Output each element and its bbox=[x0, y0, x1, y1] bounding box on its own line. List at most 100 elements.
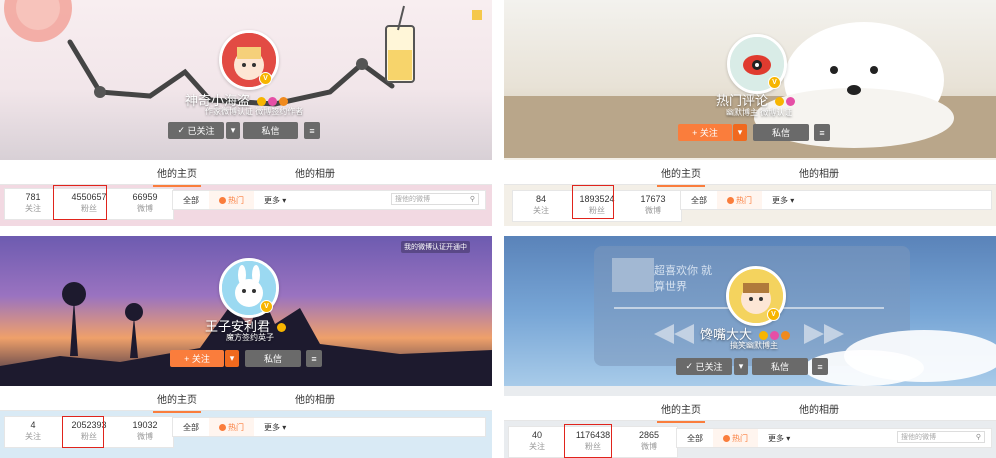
profile-tabs: 他的主页 他的相册 bbox=[0, 160, 492, 187]
tab-home[interactable]: 他的主页 bbox=[153, 391, 201, 413]
filter-hot[interactable]: 热门 bbox=[209, 418, 254, 436]
following-count: 84 bbox=[535, 194, 546, 204]
member-icon bbox=[780, 331, 790, 341]
tab-album[interactable]: 他的相册 bbox=[795, 165, 843, 180]
filter-more[interactable]: 更多 ▾ bbox=[254, 191, 296, 209]
profile-name-text: 热门评论 bbox=[716, 93, 769, 108]
weibo-stat[interactable]: 66959 微博 bbox=[117, 189, 173, 219]
weibo-count: 66959 bbox=[132, 192, 158, 202]
more-menu-button[interactable]: ≡ bbox=[304, 122, 320, 139]
tab-home[interactable]: 他的主页 bbox=[657, 401, 705, 423]
message-button[interactable]: 私信 bbox=[753, 124, 809, 141]
filter-more[interactable]: 更多 ▾ bbox=[758, 429, 800, 447]
follow-dropdown-button[interactable]: ▾ bbox=[225, 350, 239, 367]
weibo-label: 微博 bbox=[641, 442, 657, 451]
weibo-stat[interactable]: 17673 微博 bbox=[625, 191, 681, 221]
following-count: 40 bbox=[531, 430, 542, 440]
follow-dropdown-button[interactable]: ▾ bbox=[733, 124, 747, 141]
message-button[interactable]: 私信 bbox=[752, 358, 808, 375]
tab-album[interactable]: 他的相册 bbox=[291, 391, 339, 406]
tab-album[interactable]: 他的相册 bbox=[795, 401, 843, 416]
following-stat[interactable]: 84 关注 bbox=[513, 191, 569, 221]
cover-badge[interactable]: 我的微博认证开通中 bbox=[401, 241, 470, 253]
weibo-label: 微博 bbox=[645, 206, 661, 215]
member-icon bbox=[278, 97, 288, 107]
filter-more-label: 更多 bbox=[264, 195, 280, 205]
following-label: 关注 bbox=[529, 442, 545, 451]
search-placeholder: 搜他的微博 bbox=[395, 196, 430, 203]
fire-icon bbox=[219, 423, 226, 431]
feed-filter-bar: 全部 热门 更多 ▾ bbox=[680, 190, 992, 210]
weibo-search-input[interactable]: 搜他的微博 ⚲ bbox=[391, 193, 479, 205]
follow-dropdown-button[interactable]: ▾ bbox=[734, 358, 748, 375]
following-count: 4 bbox=[30, 420, 36, 430]
gender-icon bbox=[769, 331, 779, 341]
more-menu-button[interactable]: ≡ bbox=[814, 124, 830, 141]
filter-hot[interactable]: 热门 bbox=[713, 429, 758, 447]
feed-filter-bar: 全部 热门 更多 ▾ 搜他的微博 ⚲ bbox=[676, 428, 992, 448]
filter-all[interactable]: 全部 bbox=[173, 191, 209, 209]
weibo-stat[interactable]: 2865 微博 bbox=[621, 427, 677, 457]
more-menu-button[interactable]: ≡ bbox=[812, 358, 828, 375]
followed-button[interactable]: ✓ 已关注 bbox=[168, 122, 224, 139]
profile-description: 作家微博认证 微博签约作者 bbox=[205, 107, 304, 116]
tab-album[interactable]: 他的相册 bbox=[291, 165, 339, 180]
filter-all[interactable]: 全部 bbox=[681, 191, 717, 209]
badge-icons bbox=[256, 97, 288, 107]
follow-dropdown-button[interactable]: ▾ bbox=[226, 122, 240, 139]
profile-panel-4: 超喜欢你 就算世界 V 馋嘴大大 搞笑幽默博主 ✓ 已关注 ▾ 私信 ≡ 他的主… bbox=[504, 236, 996, 458]
filter-hot-label: 热门 bbox=[732, 433, 748, 443]
verified-badge-icon: V bbox=[768, 76, 781, 89]
profile-description: 魔方签约英子 bbox=[226, 333, 274, 342]
profile-description: 幽默博主 微博认证 bbox=[726, 108, 793, 117]
feed-filter-bar: 全部 热门 更多 ▾ bbox=[172, 417, 486, 437]
verified-badge-icon: V bbox=[259, 72, 272, 85]
tab-home[interactable]: 他的主页 bbox=[153, 165, 201, 187]
fire-icon bbox=[219, 196, 226, 204]
search-icon: ⚲ bbox=[975, 434, 981, 441]
message-button[interactable]: 私信 bbox=[243, 122, 298, 139]
profile-panel-2: V 热门评论 幽默博主 微博认证 + 关注 ▾ 私信 ≡ 他的主页 他的相册 8… bbox=[504, 0, 996, 226]
filter-all[interactable]: 全部 bbox=[677, 429, 713, 447]
highlight-box bbox=[572, 185, 614, 219]
verified-badge-icon: V bbox=[767, 308, 780, 321]
tab-home[interactable]: 他的主页 bbox=[657, 165, 705, 187]
followed-button[interactable]: ✓ 已关注 bbox=[676, 358, 732, 375]
highlight-box bbox=[564, 424, 612, 458]
weibo-count: 19032 bbox=[132, 420, 158, 430]
cover-text: 超喜欢你 就算世界 bbox=[654, 265, 713, 293]
badge-icons bbox=[276, 323, 286, 333]
filter-more-label: 更多 bbox=[264, 422, 280, 432]
filter-hot-label: 热门 bbox=[736, 195, 752, 205]
weibo-label: 微博 bbox=[137, 204, 153, 213]
fire-icon bbox=[727, 196, 734, 204]
fire-icon bbox=[723, 434, 730, 442]
search-placeholder: 搜他的微博 bbox=[901, 434, 936, 441]
weibo-stat[interactable]: 19032 微博 bbox=[117, 417, 173, 447]
profile-tabs: 他的主页 他的相册 bbox=[504, 160, 996, 187]
badge-icons bbox=[774, 97, 795, 107]
follow-button[interactable]: + 关注 bbox=[678, 124, 732, 141]
profile-tabs: 他的主页 他的相册 bbox=[0, 386, 492, 413]
filter-hot[interactable]: 热门 bbox=[209, 191, 254, 209]
filter-more-label: 更多 bbox=[772, 195, 788, 205]
profile-panel-3: 我的微博认证开通中 V 王子安利君 魔方签约英子 + 关注 ▾ 私信 ≡ 他的主… bbox=[0, 236, 492, 458]
profile-tabs: 他的主页 他的相册 bbox=[504, 396, 996, 423]
filter-all[interactable]: 全部 bbox=[173, 418, 209, 436]
vip-icon bbox=[276, 323, 286, 333]
verified-badge-icon: V bbox=[260, 300, 273, 313]
feed-filter-bar: 全部 热门 更多 ▾ 搜他的微博 ⚲ bbox=[172, 190, 486, 210]
filter-more[interactable]: 更多 ▾ bbox=[254, 418, 296, 436]
more-menu-button[interactable]: ≡ bbox=[306, 350, 322, 367]
following-stat[interactable]: 4 关注 bbox=[5, 417, 61, 447]
following-stat[interactable]: 40 关注 bbox=[509, 427, 565, 457]
weibo-search-input[interactable]: 搜他的微博 ⚲ bbox=[897, 431, 985, 443]
following-label: 关注 bbox=[533, 206, 549, 215]
filter-hot[interactable]: 热门 bbox=[717, 191, 762, 209]
message-button[interactable]: 私信 bbox=[245, 350, 301, 367]
follow-button[interactable]: + 关注 bbox=[170, 350, 224, 367]
profile-description: 搞笑幽默博主 bbox=[730, 341, 778, 350]
filter-more[interactable]: 更多 ▾ bbox=[762, 191, 804, 209]
gender-icon bbox=[785, 97, 795, 107]
gender-icon bbox=[267, 97, 277, 107]
